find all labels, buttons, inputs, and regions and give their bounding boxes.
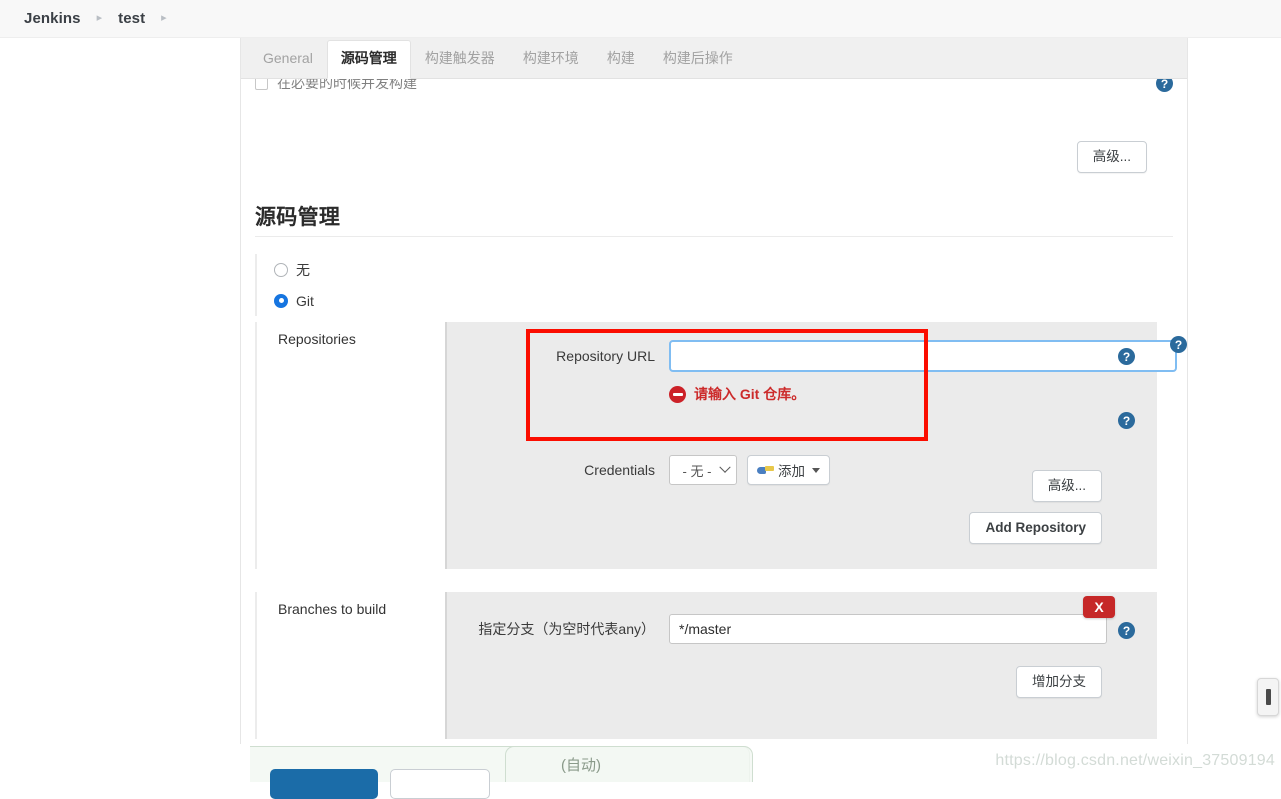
branch-specifier-input[interactable] [669,614,1107,644]
config-tab-bar: General 源码管理 构建触发器 构建环境 构建 构建后操作 [241,38,1187,79]
help-icon-branch[interactable]: ? [1118,622,1135,639]
repositories-body: Repository URL 请输入 Git 仓库。 Credentials -… [445,322,1177,569]
save-button[interactable] [270,769,378,799]
add-repository-button[interactable]: Add Repository [969,512,1102,545]
branches-body: 指定分支（为空时代表any） X 增加分支 ? [445,592,1157,739]
scm-radio-group: 无 Git [255,254,314,316]
concurrent-build-checkbox-row[interactable]: 在必要的时候并发构建 [255,79,417,93]
config-frame: General 源码管理 构建触发器 构建环境 构建 构建后操作 在必要的时候并… [240,38,1188,744]
breadcrumb-separator-icon-2: ▸ [161,12,167,24]
side-widget-glyph-icon [1265,689,1271,705]
branches-label: Branches to build [278,601,387,617]
repositories-label: Repositories [278,331,356,347]
radio-icon-none[interactable] [274,262,288,277]
branch-specifier-row: 指定分支（为空时代表any） [447,592,1157,644]
apply-button[interactable] [390,769,490,799]
breadcrumb-item-jenkins[interactable]: Jenkins [24,10,81,27]
advanced-button-top[interactable]: 高级... [1076,141,1147,174]
config-content: 在必要的时候并发构建 ? 高级... 源码管理 无 Git Repositori… [241,79,1187,744]
repositories-advanced-button[interactable]: 高级... [1031,470,1102,503]
tab-post-build[interactable]: 构建后操作 [649,40,747,78]
section-divider [255,236,1173,237]
repository-url-label: Repository URL [556,348,655,364]
key-icon [757,465,774,476]
help-icon-repository-url[interactable]: ? [1118,348,1135,365]
page-canvas: General 源码管理 构建触发器 构建环境 构建 构建后操作 在必要的时候并… [0,38,1281,799]
branches-block: Branches to build 指定分支（为空时代表any） X 增加分支 … [255,592,1173,739]
help-icon-concurrent[interactable]: ? [1156,79,1173,92]
scm-radio-none[interactable]: 无 [274,254,314,285]
delete-branch-button[interactable]: X [1083,596,1115,618]
credentials-label: Credentials [584,462,655,478]
chevron-down-icon [719,461,731,473]
tab-build-trigger[interactable]: 构建触发器 [411,40,509,78]
repositories-block: Repositories Repository URL 请输入 Git 仓库。 [255,322,1187,569]
tab-general[interactable]: General [249,40,327,78]
add-credentials-label: 添加 [778,464,805,479]
add-branch-button[interactable]: 增加分支 [1016,666,1102,699]
help-icon-credentials[interactable]: ? [1118,412,1135,429]
breadcrumb: Jenkins ▸ test ▸ [0,0,1281,38]
add-credentials-button[interactable]: 添加 [747,455,830,485]
caret-down-icon [812,467,820,473]
repository-url-input[interactable] [669,340,1177,372]
scm-radio-git[interactable]: Git [274,285,314,316]
concurrent-build-label: 在必要的时候并发构建 [277,79,417,91]
credentials-select[interactable]: - 无 - [669,455,737,485]
tab-scm[interactable]: 源码管理 [326,40,411,79]
page-title: 源码管理 [255,206,341,229]
scm-radio-none-label: 无 [296,261,310,278]
tab-build-env[interactable]: 构建环境 [509,40,593,78]
scm-radio-git-label: Git [296,292,314,309]
credentials-row: Credentials - 无 - 添加 [447,372,1157,485]
repository-url-row: Repository URL [447,322,1177,372]
advanced-button-top-row: 高级... [1076,141,1147,174]
repo-browser-auto-value[interactable]: (自动) [505,746,753,782]
credentials-select-value: - 无 - [682,463,712,479]
tab-build[interactable]: 构建 [593,40,649,78]
breadcrumb-item-test[interactable]: test [118,10,145,27]
checkbox-icon[interactable] [255,79,268,90]
radio-icon-git[interactable] [274,293,288,308]
floating-side-widget[interactable] [1257,678,1279,716]
breadcrumb-separator-icon: ▸ [96,12,103,24]
branch-specifier-label: 指定分支（为空时代表any） [478,621,655,637]
repo-browser-auto-label: (自动) [561,757,601,774]
watermark-text: https://blog.csdn.net/weixin_37509194 [995,752,1275,769]
help-icon-repositories[interactable]: ? [1170,336,1187,353]
